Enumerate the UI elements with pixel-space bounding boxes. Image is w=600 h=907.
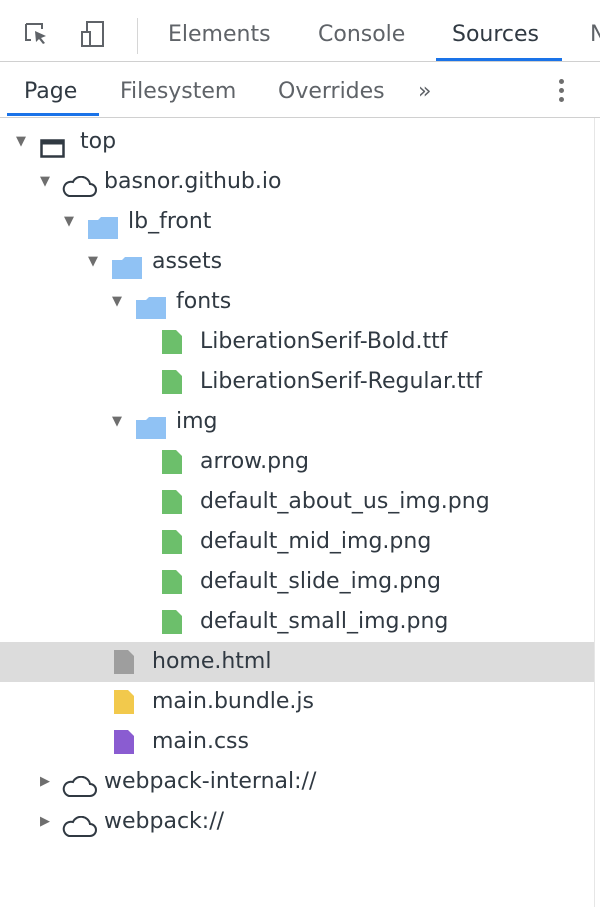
tree-item-label: home.html <box>152 649 272 674</box>
tab-network[interactable]: N <box>590 22 600 47</box>
tree-item-label: basnor.github.io <box>104 169 282 194</box>
tree-item-file[interactable]: default_slide_img.png <box>0 562 594 602</box>
expanded-triangle-icon[interactable]: ▼ <box>112 402 122 442</box>
page-file-tree: ▼ top ▼ basnor.github.io ▼ lb_front ▼ as… <box>0 122 594 842</box>
tree-item-file[interactable]: default_about_us_img.png <box>0 482 594 522</box>
expanded-triangle-icon[interactable]: ▼ <box>64 202 74 242</box>
file-icon <box>162 370 182 394</box>
toolbar-separator <box>137 18 138 54</box>
collapsed-triangle-icon[interactable]: ▶ <box>40 802 50 842</box>
file-icon <box>162 530 182 554</box>
tree-item-file[interactable]: LiberationSerif-Bold.ttf <box>0 322 594 362</box>
file-icon <box>162 450 182 474</box>
device-toolbar-icon[interactable] <box>80 20 106 48</box>
tree-item-file[interactable]: default_small_img.png <box>0 602 594 642</box>
tree-item-label: main.bundle.js <box>152 689 314 714</box>
tree-item-label: assets <box>152 249 223 274</box>
tree-item-label: top <box>80 129 117 154</box>
tree-item-file[interactable]: main.bundle.js <box>0 682 594 722</box>
tree-item-label: webpack:// <box>104 809 225 834</box>
file-icon <box>162 610 182 634</box>
tab-elements[interactable]: Elements <box>168 22 271 47</box>
expanded-triangle-icon[interactable]: ▼ <box>40 162 50 202</box>
tree-item-label: main.css <box>152 729 249 754</box>
tree-item-file[interactable]: LiberationSerif-Regular.ttf <box>0 362 594 402</box>
tree-item-label: fonts <box>176 289 232 314</box>
devtools-main-toolbar: Elements Console Sources N <box>0 0 600 62</box>
inspect-element-icon[interactable] <box>24 22 50 46</box>
tab-sources[interactable]: Sources <box>452 22 539 47</box>
tab-page[interactable]: Page <box>24 79 77 104</box>
active-subtab-indicator <box>7 113 99 116</box>
file-icon <box>162 490 182 514</box>
active-tab-indicator <box>436 58 562 61</box>
tree-item-folder-lb-front[interactable]: ▼ lb_front <box>0 202 594 242</box>
tree-item-label: LiberationSerif-Bold.ttf <box>200 329 448 354</box>
file-icon <box>162 330 182 354</box>
file-icon <box>162 570 182 594</box>
more-vertical-icon[interactable] <box>559 79 565 105</box>
cloud-icon <box>60 812 98 852</box>
tab-overrides[interactable]: Overrides <box>278 79 385 104</box>
tree-item-label: default_small_img.png <box>200 609 449 634</box>
tree-item-label: LiberationSerif-Regular.ttf <box>200 369 483 394</box>
more-tabs-button[interactable]: » <box>418 79 431 104</box>
tab-console[interactable]: Console <box>318 22 405 47</box>
tree-item-file-selected[interactable]: home.html <box>0 642 594 682</box>
tree-item-folder-img[interactable]: ▼ img <box>0 402 594 442</box>
sources-navigator-toolbar: Page Filesystem Overrides » <box>0 63 600 118</box>
file-icon <box>114 690 134 714</box>
expanded-triangle-icon[interactable]: ▼ <box>16 122 26 162</box>
tree-item-label: lb_front <box>128 209 212 234</box>
tree-item-label: webpack-internal:// <box>104 769 317 794</box>
tree-item-file[interactable]: main.css <box>0 722 594 762</box>
tree-item-label: img <box>176 409 218 434</box>
panel-divider[interactable] <box>594 118 595 907</box>
tree-item-origin[interactable]: ▶ webpack:// <box>0 802 594 842</box>
tree-item-top[interactable]: ▼ top <box>0 122 594 162</box>
file-icon <box>114 650 134 674</box>
expanded-triangle-icon[interactable]: ▼ <box>88 242 98 282</box>
tree-item-folder-fonts[interactable]: ▼ fonts <box>0 282 594 322</box>
tab-filesystem[interactable]: Filesystem <box>120 79 236 104</box>
tree-item-file[interactable]: default_mid_img.png <box>0 522 594 562</box>
collapsed-triangle-icon[interactable]: ▶ <box>40 762 50 802</box>
tree-item-file[interactable]: arrow.png <box>0 442 594 482</box>
tree-item-label: arrow.png <box>200 449 310 474</box>
tree-item-folder-assets[interactable]: ▼ assets <box>0 242 594 282</box>
expanded-triangle-icon[interactable]: ▼ <box>112 282 122 322</box>
tree-item-label: default_mid_img.png <box>200 529 432 554</box>
tree-item-origin[interactable]: ▶ webpack-internal:// <box>0 762 594 802</box>
tree-item-label: default_slide_img.png <box>200 569 441 594</box>
file-icon <box>114 730 134 754</box>
tree-item-label: default_about_us_img.png <box>200 489 490 514</box>
tree-item-origin[interactable]: ▼ basnor.github.io <box>0 162 594 202</box>
